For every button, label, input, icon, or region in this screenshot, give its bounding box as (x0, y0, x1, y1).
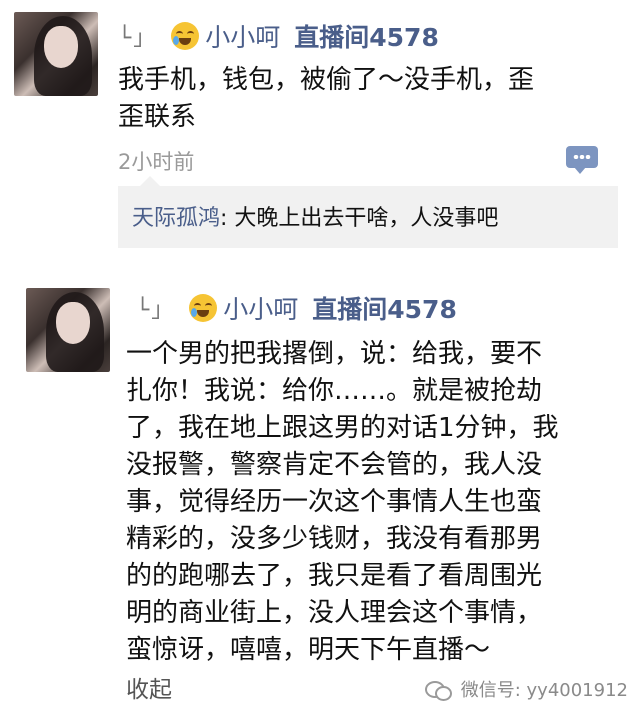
post-line: 的的跑哪去了，我只是看了看周围光 (126, 561, 543, 591)
post-line: 我手机，钱包，被偷了～没手机，歪 (118, 65, 535, 95)
user-name[interactable]: 小小呵 (205, 18, 280, 54)
post-line: 事，觉得经历一次这个事情人生也蛮 (126, 487, 543, 517)
room-name[interactable]: 直播间4578 (294, 18, 439, 54)
crying-laughing-emoji-icon (171, 22, 200, 50)
post-line: 精彩的，没多少钱财，我没有看那男 (126, 524, 543, 554)
reply-mark: └」 (136, 298, 176, 323)
post-line: 歪联系 (118, 102, 197, 132)
post-line: 明的商业街上，没人理会这个事情， (126, 598, 543, 628)
post-line: 一个男的把我撂倒，说：给我，要不 (126, 339, 543, 369)
comment-bubble-icon[interactable] (566, 146, 598, 174)
user-name[interactable]: 小小呵 (223, 290, 298, 326)
post-line: 没报警，警察肯定不会管的，我人没 (126, 450, 543, 480)
wechat-icon (424, 679, 452, 701)
post-time: 2小时前 (118, 150, 195, 174)
avatar[interactable] (14, 12, 98, 96)
comment-text: 大晚上出去干啥，人没事吧 (234, 206, 499, 231)
post-body: 一个男的把我撂倒，说：给我，要不 扎你！我说：给你……。就是被抢劫 了，我在地上… (126, 336, 626, 669)
watermark-text: 微信号: yy4001912 (460, 680, 628, 701)
post-line: 扎你！我说：给你……。就是被抢劫 (126, 376, 543, 406)
post-header: └」 小小呵 直播间4578 (118, 18, 439, 54)
post-line: 了，我在地上跟这男的对话1分钟，我 (126, 413, 559, 443)
crying-laughing-emoji-icon (189, 294, 218, 322)
comment-item[interactable]: 天际孤鸿: 大晚上出去干啥，人没事吧 (132, 200, 498, 232)
watermark: 微信号: yy4001912 (424, 676, 628, 702)
room-name[interactable]: 直播间4578 (312, 290, 457, 326)
comment-author[interactable]: 天际孤鸿 (132, 206, 220, 231)
post-body: 我手机，钱包，被偷了～没手机，歪 歪联系 (118, 62, 618, 136)
reply-mark: └」 (118, 26, 158, 51)
avatar[interactable] (26, 288, 110, 372)
comment-box: 天际孤鸿: 大晚上出去干啥，人没事吧 (118, 176, 618, 248)
post-header: └」 小小呵 直播间4578 (136, 290, 457, 326)
post-line: 蛮惊讶，嘻嘻，明天下午直播～ (126, 635, 491, 665)
collapse-link[interactable]: 收起 (126, 670, 172, 704)
comment-separator: : (220, 206, 235, 231)
